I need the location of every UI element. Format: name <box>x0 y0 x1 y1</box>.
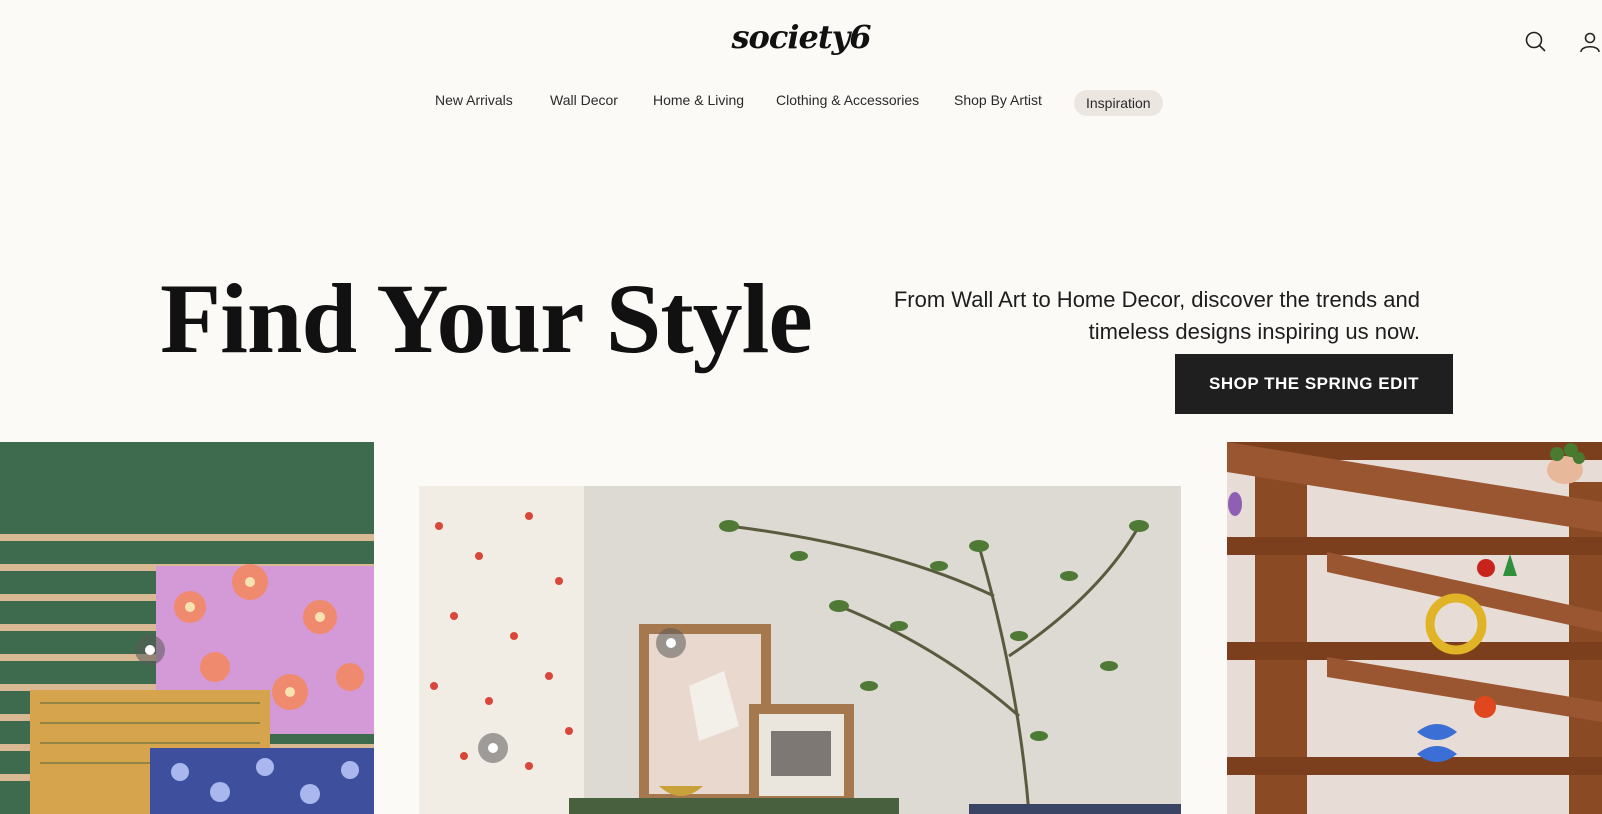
hero-subtitle: From Wall Art to Home Decor, discover th… <box>893 287 1420 344</box>
wooden-shelf-image[interactable] <box>1227 442 1602 814</box>
nav-item-inspiration[interactable]: Inspiration <box>1074 90 1163 116</box>
nav-item-new-arrivals[interactable]: New Arrivals <box>435 92 513 108</box>
nav-item-shop-by-artist[interactable]: Shop By Artist <box>954 92 1042 108</box>
site-logo[interactable]: society6 <box>0 18 1602 56</box>
product-hotspot[interactable] <box>656 628 686 658</box>
wallpaper-samples-image[interactable] <box>0 442 374 814</box>
living-room-vignette-image[interactable] <box>419 486 1181 814</box>
nav-item-clothing-accessories[interactable]: Clothing & Accessories <box>776 92 919 108</box>
nav-item-home-living[interactable]: Home & Living <box>653 92 744 108</box>
product-hotspot[interactable] <box>478 733 508 763</box>
nav-item-wall-decor[interactable]: Wall Decor <box>550 92 618 108</box>
hero-title: Find Your Style <box>160 263 813 374</box>
account-icon[interactable] <box>1578 30 1602 59</box>
shop-spring-edit-button[interactable]: SHOP THE SPRING EDIT <box>1175 354 1453 414</box>
search-icon[interactable] <box>1524 30 1548 59</box>
product-hotspot[interactable] <box>135 635 165 665</box>
